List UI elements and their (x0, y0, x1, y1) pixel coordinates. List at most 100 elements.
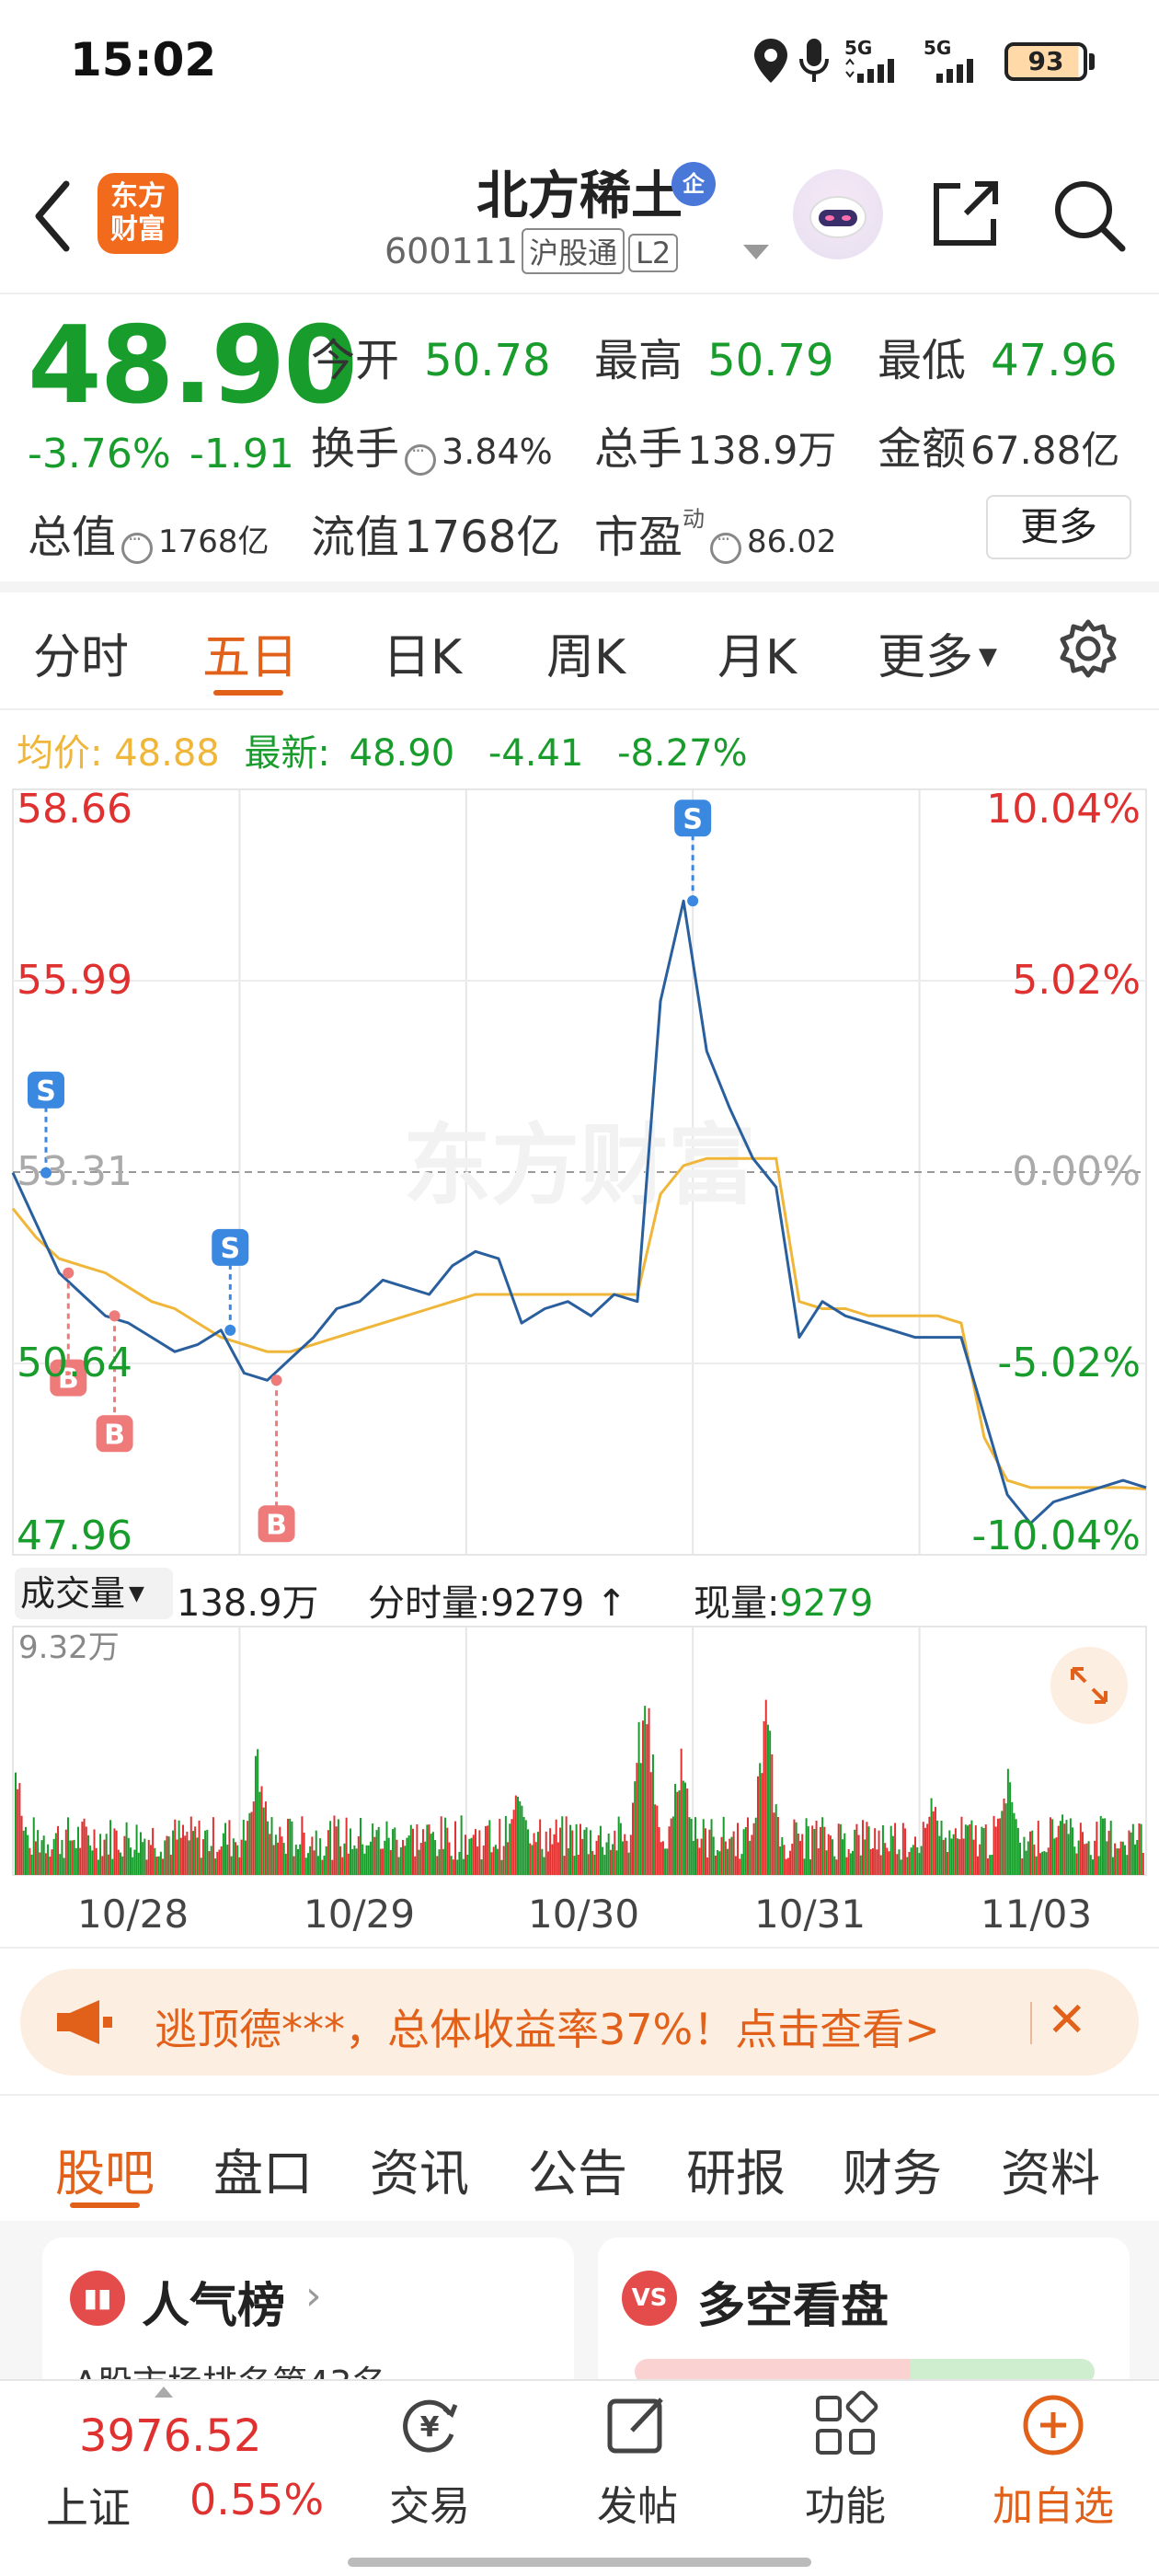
volume-bar (1134, 1844, 1137, 1875)
index-name[interactable]: 上证 (46, 2475, 131, 2536)
volume-bar (571, 1830, 574, 1875)
chart-divider (0, 1947, 1159, 1949)
volume-bar (793, 1819, 796, 1875)
tab-financials[interactable]: 财务 (843, 2133, 942, 2205)
indicator-select-label: 成交量 (20, 1573, 126, 1614)
share-icon[interactable] (924, 173, 1006, 256)
volume-bar (18, 1783, 21, 1875)
volume-bar (1099, 1815, 1102, 1875)
volume-bar (304, 1857, 307, 1875)
volume-bar (957, 1838, 959, 1875)
tab-weekly-k[interactable]: 周K (546, 618, 625, 687)
volume-bar (42, 1835, 45, 1875)
volume-bar (289, 1818, 292, 1875)
volume-bar (607, 1834, 610, 1875)
volume-bar (593, 1854, 596, 1875)
volume-chart[interactable]: 9.32万 (0, 1619, 1159, 1886)
volume-bar (981, 1826, 983, 1875)
change-percent: -3.76% (28, 431, 171, 477)
nav-functions[interactable]: 功能 (776, 2388, 914, 2532)
tab-research[interactable]: 研报 (686, 2133, 786, 2205)
index-change-pct[interactable]: 0.55% (189, 2475, 324, 2524)
volume-bar (1077, 1840, 1080, 1875)
turnover-field[interactable]: 换手 3.84% (311, 412, 553, 477)
volume-bar (970, 1820, 973, 1875)
volume-bar (710, 1819, 713, 1875)
stock-code-row[interactable]: 600111 沪股通 L2 (384, 228, 679, 274)
volume-bar (430, 1834, 432, 1875)
tab-intraday[interactable]: 分时 (33, 618, 129, 687)
price-chart[interactable]: 东方财富 SBBSBS 58.66 10.04%55.99 5.02%53.31 0.… (0, 782, 1159, 1559)
volume-bar (44, 1853, 47, 1875)
nav-post[interactable]: 发帖 (568, 2388, 706, 2532)
open-field: 今开 50.78 (311, 324, 551, 388)
info-icon[interactable] (121, 528, 154, 564)
info-icon[interactable] (405, 440, 437, 476)
volume-bar (555, 1819, 557, 1875)
info-icon[interactable] (710, 528, 742, 564)
volume-bar (627, 1852, 630, 1875)
volume-bar (367, 1845, 370, 1875)
tab-five-day[interactable]: 五日 (202, 618, 298, 687)
volume-bar (194, 1826, 197, 1875)
indicator-select[interactable]: 成交量 ▼ (15, 1568, 173, 1619)
promo-text[interactable]: 逃顶德***，总体收益率37%！点击查看> (155, 1996, 940, 2057)
volume-bar (438, 1849, 441, 1875)
volume-bar (142, 1842, 144, 1875)
volume-bar (898, 1849, 901, 1875)
volume-bar (524, 1820, 527, 1875)
market-cap-field[interactable]: 总值 1768亿 (28, 500, 270, 565)
volume-bar (922, 1822, 924, 1875)
y-tick-label-left: 47.96 (17, 1512, 132, 1559)
tab-news[interactable]: 资讯 (370, 2133, 469, 2205)
tab-daily-k[interactable]: 日K (383, 618, 462, 687)
chevron-down-icon[interactable] (743, 245, 769, 259)
volume-bar (440, 1816, 442, 1875)
volume-bar (392, 1829, 395, 1875)
volume-bar (1073, 1846, 1076, 1875)
marker-label: S (220, 1233, 240, 1265)
volume-bar (976, 1856, 979, 1875)
marker-label: B (104, 1419, 125, 1451)
volume-bar (543, 1857, 545, 1875)
volume-bar (622, 1841, 625, 1875)
volume-bar (585, 1827, 588, 1875)
ai-assistant-avatar[interactable] (793, 169, 883, 259)
tab-order-book[interactable]: 盘口 (213, 2133, 313, 2205)
volume-bar (986, 1858, 989, 1875)
expand-button-bg[interactable] (1050, 1647, 1128, 1724)
volume-bar (39, 1852, 41, 1875)
nav-trade[interactable]: ¥ 交易 (361, 2388, 499, 2532)
tab-forum[interactable]: 股吧 (55, 2133, 155, 2205)
bull-bear-card[interactable]: VS 多空看盘 (598, 2237, 1130, 2394)
volume-bar (617, 1816, 620, 1875)
pe-field[interactable]: 市盈动 86.02 (594, 500, 836, 565)
stock-code: 600111 (384, 231, 519, 271)
volume-bar (704, 1828, 706, 1875)
volume-bar (155, 1857, 158, 1875)
turnover-value: 3.84% (442, 431, 553, 472)
tab-announcements[interactable]: 公告 (528, 2133, 627, 2205)
microphone-icon (799, 39, 829, 82)
volume-bar (1107, 1830, 1110, 1875)
volume-bar (218, 1849, 221, 1875)
volume-bar (514, 1795, 517, 1875)
y-tick-label-left: 55.99 (17, 957, 132, 1004)
expand-button[interactable] (1050, 1647, 1128, 1724)
caret-up-icon[interactable] (155, 2386, 173, 2398)
nav-add-watchlist[interactable]: 加自选 (984, 2388, 1122, 2532)
index-value[interactable]: 3976.52 (79, 2410, 262, 2462)
gear-icon[interactable] (1056, 616, 1120, 681)
tab-more[interactable]: 更多 ▼ (878, 618, 997, 687)
search-icon[interactable] (1047, 173, 1130, 256)
volume-bar (852, 1850, 855, 1875)
volume-bar (803, 1858, 806, 1875)
more-quote-button[interactable]: 更多 (986, 495, 1131, 559)
volume-bar (426, 1824, 429, 1875)
volume-bar (661, 1841, 664, 1875)
popularity-card[interactable]: ▮▮ 人气榜 › A股市场排名第43名 (42, 2237, 574, 2404)
close-icon[interactable]: ✕ (1047, 1993, 1087, 2048)
tab-profile[interactable]: 资料 (1001, 2133, 1100, 2205)
tab-monthly-k[interactable]: 月K (717, 618, 797, 687)
volume-bar (27, 1834, 29, 1875)
